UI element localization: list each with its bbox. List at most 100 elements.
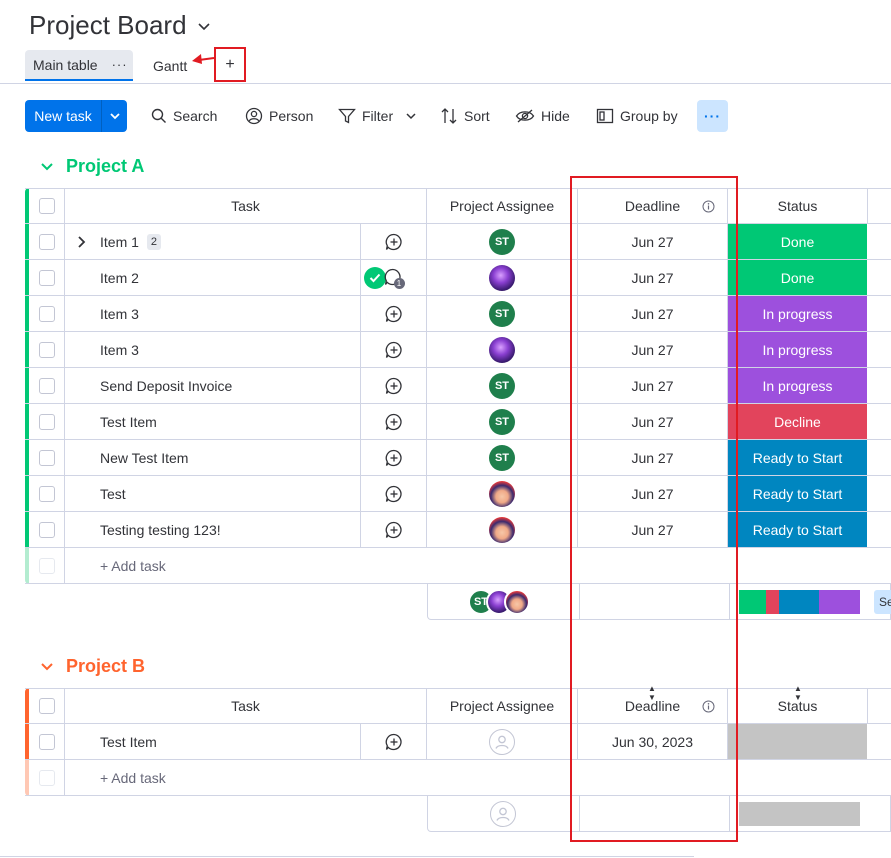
row-checkbox[interactable] [38, 233, 55, 250]
updates-cell[interactable] [361, 368, 427, 403]
status-cell[interactable]: In progress [728, 368, 868, 403]
assignee-cell[interactable]: ST [427, 224, 578, 259]
column-header-status[interactable]: Status [728, 189, 868, 223]
hide-button[interactable]: Hide [515, 100, 570, 132]
task-name-cell[interactable]: Item 3 [65, 296, 361, 331]
more-options-button[interactable]: ··· [697, 100, 728, 132]
table-row[interactable]: Send Deposit Invoice ST Jun 27 In progress [25, 368, 891, 404]
add-task-input[interactable]: + Add task [65, 760, 891, 795]
chevron-down-icon[interactable] [197, 19, 211, 33]
deadline-cell[interactable]: Jun 30, 2023 [578, 724, 728, 759]
updates-cell[interactable] [361, 476, 427, 511]
row-checkbox[interactable] [38, 305, 55, 322]
add-update-icon[interactable] [385, 233, 403, 251]
board-title[interactable]: Project Board [29, 10, 211, 41]
chevron-down-icon[interactable] [102, 110, 127, 122]
group-title-project-a[interactable]: Project A [40, 156, 144, 177]
info-icon[interactable] [702, 700, 715, 713]
row-checkbox[interactable] [38, 449, 55, 466]
column-header-assignee[interactable]: Project Assignee [427, 689, 578, 723]
filter-button[interactable]: Filter [338, 100, 423, 132]
assignee-cell[interactable] [427, 476, 578, 511]
assignee-cell[interactable]: ST [427, 368, 578, 403]
table-row[interactable]: Item 2 1 Jun 27 Done [25, 260, 891, 296]
table-row[interactable]: Test Item Jun 30, 2023 [25, 724, 891, 760]
add-update-icon[interactable] [385, 413, 403, 431]
status-summary-bar[interactable] [739, 590, 860, 614]
add-update-icon[interactable] [385, 521, 403, 539]
chevron-down-icon[interactable] [405, 110, 417, 122]
tab-main-table[interactable]: Main table ··· [25, 50, 133, 81]
updates-icon[interactable]: 1 [384, 268, 405, 289]
table-row[interactable]: Item 1 2 ST Jun 27 Done [25, 224, 891, 260]
assignee-cell[interactable] [427, 260, 578, 295]
row-checkbox[interactable] [38, 733, 55, 750]
deadline-cell[interactable]: Jun 27 [578, 440, 728, 475]
status-cell[interactable]: In progress [728, 296, 868, 331]
table-row[interactable]: Test Jun 27 Ready to Start [25, 476, 891, 512]
add-update-icon[interactable] [385, 377, 403, 395]
task-name-cell[interactable]: New Test Item [65, 440, 361, 475]
group-by-button[interactable]: Group by [596, 100, 678, 132]
updates-cell[interactable] [361, 296, 427, 331]
updates-cell[interactable] [361, 404, 427, 439]
task-name-cell[interactable]: Testing testing 123! [65, 512, 361, 547]
chevron-down-icon[interactable] [40, 661, 54, 673]
add-update-icon[interactable] [385, 485, 403, 503]
chevron-right-icon[interactable] [77, 235, 87, 248]
person-filter-button[interactable]: Person [245, 100, 313, 132]
task-name-cell[interactable]: Test Item [65, 724, 361, 759]
deadline-cell[interactable]: Jun 27 [578, 296, 728, 331]
row-checkbox[interactable] [38, 485, 55, 502]
status-cell[interactable]: In progress [728, 332, 868, 367]
updates-cell[interactable] [361, 724, 427, 759]
assignee-cell[interactable]: ST [427, 440, 578, 475]
assignee-cell[interactable]: ST [427, 404, 578, 439]
info-icon[interactable] [702, 200, 715, 213]
task-name-cell[interactable]: Test [65, 476, 361, 511]
status-cell[interactable] [728, 724, 868, 759]
new-task-button[interactable]: New task [25, 100, 127, 132]
sort-arrows-icon[interactable]: ▲ ▼ [794, 684, 802, 702]
status-summary-bar[interactable] [739, 802, 860, 826]
task-name-cell[interactable]: Item 3 [65, 332, 361, 367]
deadline-cell[interactable]: Jun 27 [578, 404, 728, 439]
assignee-cell[interactable] [427, 512, 578, 547]
tab-gantt[interactable]: Gantt [153, 50, 187, 81]
sort-arrows-icon[interactable]: ▲ ▼ [648, 684, 656, 702]
status-cell[interactable]: Ready to Start [728, 476, 868, 511]
updates-cell[interactable] [361, 332, 427, 367]
add-update-icon[interactable] [385, 449, 403, 467]
status-cell[interactable]: Decline [728, 404, 868, 439]
status-cell[interactable]: Ready to Start [728, 440, 868, 475]
deadline-cell[interactable]: Jun 27 [578, 224, 728, 259]
select-all-checkbox[interactable] [38, 698, 55, 714]
deadline-cell[interactable]: Jun 27 [578, 476, 728, 511]
assignee-cell[interactable] [427, 724, 578, 759]
status-cell[interactable]: Done [728, 224, 868, 259]
column-header-task[interactable]: Task [65, 189, 427, 223]
add-task-row[interactable]: + Add task [25, 760, 891, 796]
add-view-button[interactable]: + [214, 47, 246, 82]
task-name-cell[interactable]: Item 1 2 [65, 224, 361, 259]
assignee-cell[interactable]: ST [427, 296, 578, 331]
row-checkbox[interactable] [38, 377, 55, 394]
assignee-cell[interactable] [427, 332, 578, 367]
task-name-cell[interactable]: Send Deposit Invoice [65, 368, 361, 403]
row-checkbox[interactable] [38, 269, 55, 286]
subitems-count-badge[interactable]: 2 [146, 233, 161, 250]
table-row[interactable]: Item 3 Jun 27 In progress [25, 332, 891, 368]
updates-cell[interactable] [361, 512, 427, 547]
add-task-input[interactable]: + Add task [65, 548, 891, 583]
column-header-deadline[interactable]: ▲ ▼ Deadline [578, 684, 728, 723]
group-title-project-b[interactable]: Project B [40, 656, 145, 677]
search-button[interactable]: Search [151, 100, 217, 132]
deadline-cell[interactable]: Jun 27 [578, 368, 728, 403]
table-row[interactable]: Test Item ST Jun 27 Decline [25, 404, 891, 440]
add-update-icon[interactable] [385, 733, 403, 751]
column-header-deadline[interactable]: Deadline [578, 189, 728, 223]
table-row[interactable]: New Test Item ST Jun 27 Ready to Start [25, 440, 891, 476]
task-name-cell[interactable]: Test Item [65, 404, 361, 439]
task-name-cell[interactable]: Item 2 [65, 260, 386, 295]
deadline-cell[interactable]: Jun 27 [578, 512, 728, 547]
